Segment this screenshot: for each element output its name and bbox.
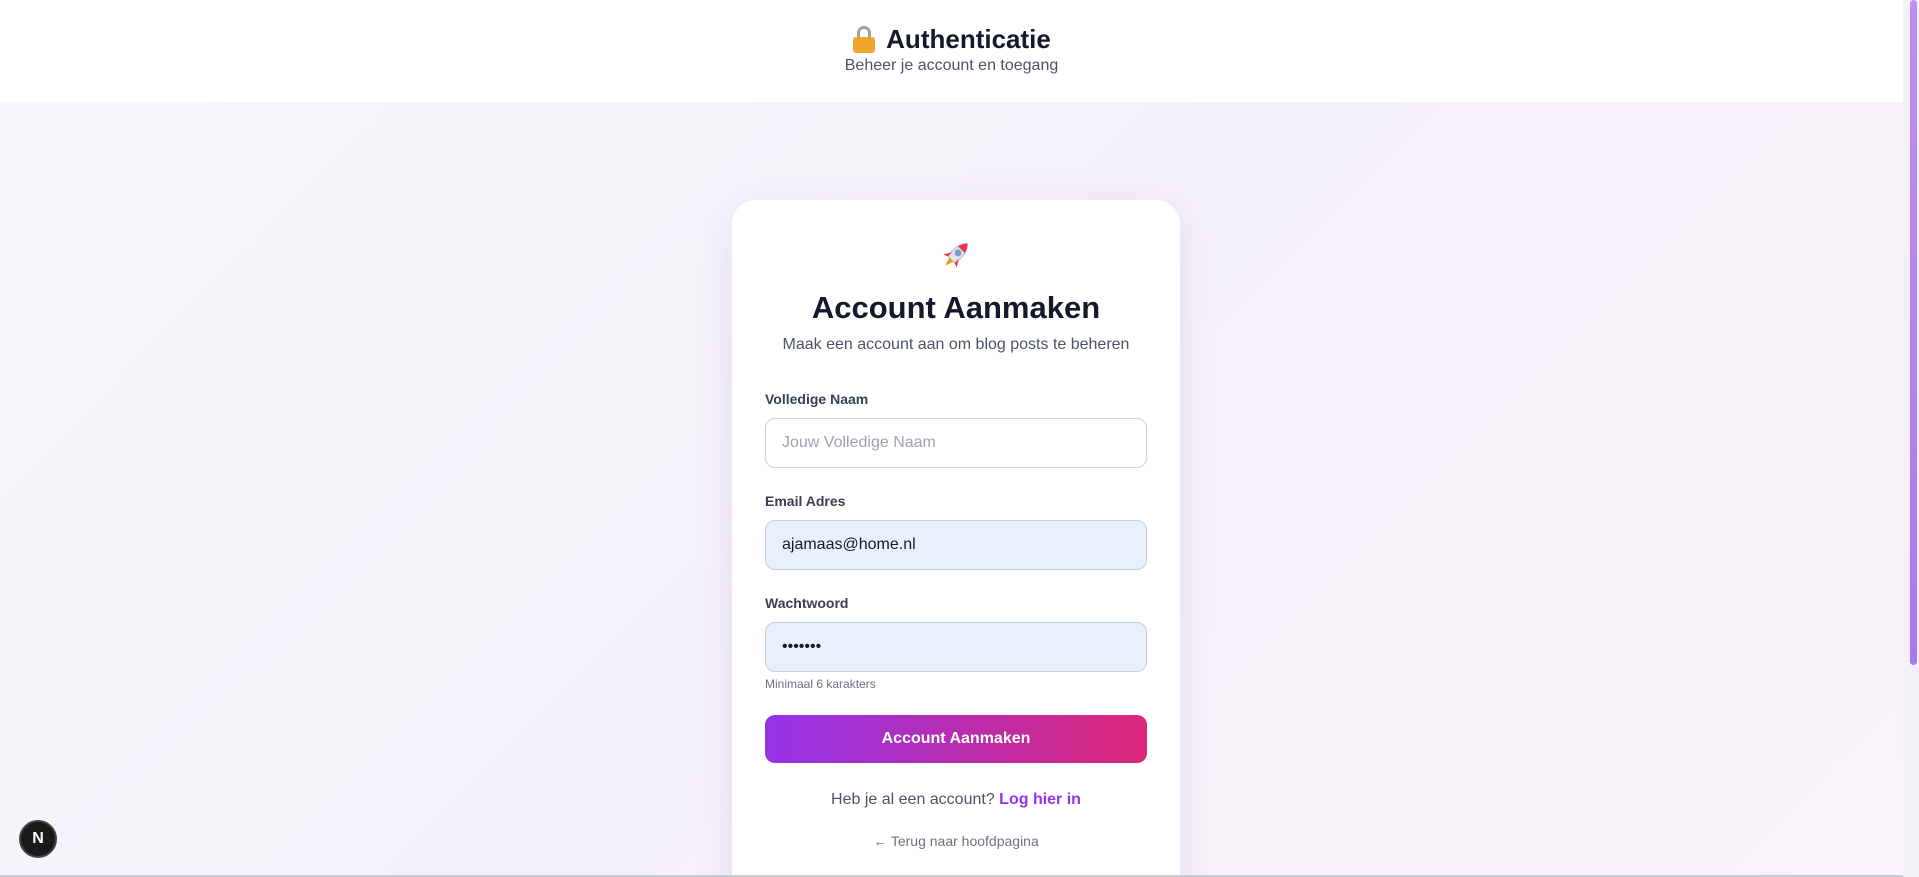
page-subtitle: Beheer je account en toegang: [844, 57, 1059, 74]
back-to-home-link[interactable]: ← Terug naar hoofdpagina: [732, 833, 1180, 849]
password-field[interactable]: [765, 622, 1147, 672]
full-name-input[interactable]: [765, 418, 1147, 468]
login-prompt: Heb je al een account? Log hier in: [732, 791, 1180, 809]
page-header: Authenticatie Beheer je account en toega…: [0, 0, 1903, 102]
next-dev-badge[interactable]: N: [19, 820, 57, 858]
login-prompt-text: Heb je al een account?: [831, 791, 995, 808]
email-field[interactable]: [765, 520, 1147, 570]
email-label: Email Adres: [765, 493, 846, 509]
password-hint: Minimaal 6 karakters: [765, 677, 876, 691]
lock-icon: [852, 25, 876, 54]
scrollbar-thumb[interactable]: [1910, 0, 1917, 665]
scrollbar[interactable]: [1903, 0, 1919, 877]
rocket-icon: [943, 243, 968, 268]
full-name-label: Volledige Naam: [765, 391, 869, 407]
card-subtitle: Maak een account aan om blog posts te be…: [782, 336, 1130, 353]
card-title: Account Aanmaken: [811, 290, 1101, 325]
login-link[interactable]: Log hier in: [999, 791, 1081, 808]
create-account-button[interactable]: Account Aanmaken: [765, 715, 1147, 763]
page-title-text: Authenticatie: [886, 24, 1051, 54]
page: Authenticatie Beheer je account en toega…: [0, 0, 1919, 877]
page-title: Authenticatie: [0, 24, 1903, 55]
register-card: Account Aanmaken Maak een account aan om…: [732, 200, 1180, 877]
password-label: Wachtwoord: [765, 595, 849, 611]
